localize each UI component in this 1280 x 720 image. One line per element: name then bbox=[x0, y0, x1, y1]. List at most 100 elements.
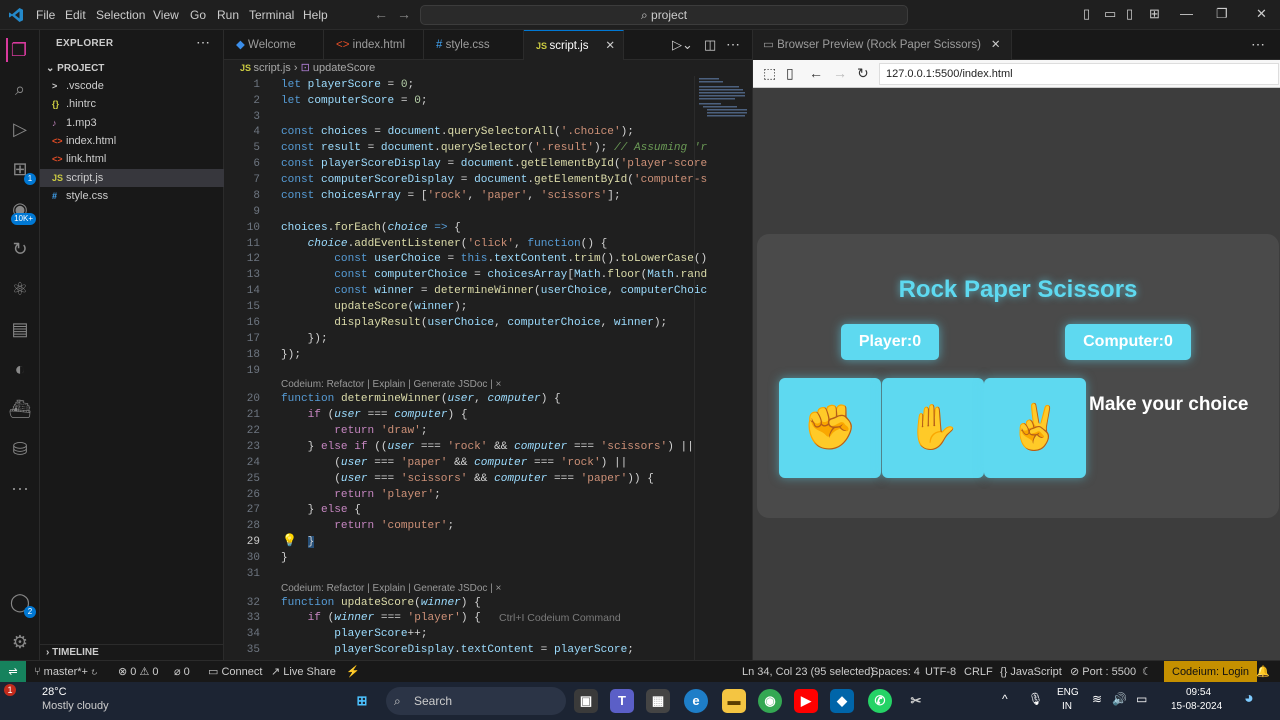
codeium-icon[interactable]: ☾ bbox=[1142, 661, 1152, 683]
back-arrow-icon[interactable]: ← bbox=[374, 6, 388, 22]
command-center-search[interactable]: ⌕ project bbox=[420, 5, 908, 25]
file-item[interactable]: > .vscode bbox=[40, 77, 224, 95]
file-item[interactable]: ♪ 1.mp3 bbox=[40, 114, 224, 132]
language-ind-line1[interactable]: ENG bbox=[1057, 687, 1079, 698]
bolt-icon[interactable]: ⚡ bbox=[346, 661, 360, 683]
indentation[interactable]: Spaces: 4 bbox=[871, 661, 920, 683]
file-item-selected[interactable]: JS script.js bbox=[40, 169, 224, 187]
scissors-choice-button[interactable]: ✌ bbox=[984, 378, 1086, 478]
tab-script-js[interactable]: JS script.js ✕ bbox=[524, 30, 624, 60]
project-folder[interactable]: ⌄ PROJECT bbox=[40, 60, 224, 78]
snipping-tool-icon[interactable]: ✂ bbox=[904, 689, 928, 713]
volume-icon[interactable]: 🔊 bbox=[1112, 692, 1127, 706]
customize-layout-icon[interactable]: ⊞ bbox=[1149, 6, 1160, 22]
device-toggle-icon[interactable]: ▯ bbox=[786, 65, 794, 82]
preview-icon[interactable]: ▤ bbox=[8, 317, 32, 341]
database-icon[interactable]: ⛁ bbox=[8, 437, 32, 461]
more-icon[interactable]: ⋯ bbox=[8, 477, 32, 501]
menu-run[interactable]: Run bbox=[211, 0, 245, 30]
run-debug-icon[interactable]: ▷ bbox=[8, 117, 32, 141]
temperature[interactable]: 28°C bbox=[42, 686, 67, 698]
toggle-sidebar-icon[interactable]: ▯ bbox=[1083, 6, 1090, 22]
code-editor[interactable]: 1 2 3 4 5 6 7 8 9 10 11 12 13 14 15 16 1… bbox=[224, 76, 752, 660]
weather-text[interactable]: Mostly cloudy bbox=[42, 700, 109, 712]
tab-welcome[interactable]: ◆ Welcome bbox=[224, 30, 324, 60]
live-share-button[interactable]: ↗ Live Share bbox=[271, 661, 336, 683]
toggle-secondary-sidebar-icon[interactable]: ▯ bbox=[1126, 6, 1133, 22]
toggle-panel-icon[interactable]: ▭ bbox=[1104, 6, 1116, 22]
breadcrumb-file[interactable]: script.js bbox=[254, 62, 291, 74]
clock-date[interactable]: 15-08-2024 bbox=[1171, 701, 1222, 712]
live-share-icon[interactable]: ↻ bbox=[8, 237, 32, 261]
search-icon[interactable]: ⌕ bbox=[8, 77, 32, 101]
minimize-icon[interactable]: — bbox=[1180, 6, 1193, 21]
tab-index-html[interactable]: <> index.html bbox=[324, 30, 424, 60]
codeium-codelens[interactable]: Codeium: Refactor | Explain | Generate J… bbox=[281, 582, 501, 596]
ports-count[interactable]: ⌀ 0 bbox=[174, 661, 190, 683]
back-arrow-icon[interactable]: ← bbox=[809, 65, 823, 81]
close-tab-icon[interactable]: ✕ bbox=[605, 31, 615, 61]
edge-icon[interactable]: e bbox=[684, 689, 708, 713]
line-ending[interactable]: CRLF bbox=[964, 661, 993, 683]
split-editor-icon[interactable]: ◫ bbox=[704, 37, 716, 53]
youtube-icon[interactable]: ▶ bbox=[794, 689, 818, 713]
browser-preview-tab[interactable]: ▭ Browser Preview (Rock Paper Scissors) ✕ bbox=[753, 30, 1012, 60]
reload-icon[interactable]: ↻ bbox=[857, 65, 869, 82]
remote-indicator-icon[interactable]: ⇌ bbox=[0, 661, 26, 683]
close-tab-icon[interactable]: ✕ bbox=[991, 39, 1001, 51]
connect-button[interactable]: ▭ Connect bbox=[208, 661, 262, 683]
close-window-icon[interactable]: ✕ bbox=[1256, 6, 1267, 22]
live-server-port[interactable]: ⊘ Port : 5500 bbox=[1070, 661, 1136, 683]
codeium-codelens[interactable]: Codeium: Refactor | Explain | Generate J… bbox=[281, 378, 501, 392]
menu-go[interactable]: Go bbox=[184, 0, 212, 30]
task-view-icon[interactable]: ▣ bbox=[574, 689, 598, 713]
tab-style-css[interactable]: # style.css bbox=[424, 30, 524, 60]
wifi-icon[interactable]: ≋ bbox=[1092, 692, 1102, 706]
url-input[interactable]: 127.0.0.1:5500/index.html bbox=[879, 63, 1279, 85]
timeline-section[interactable]: › TIMELINE bbox=[40, 644, 224, 660]
windows-start-icon[interactable]: ⊞ bbox=[350, 689, 374, 713]
taskbar-search[interactable]: ⌕ Search bbox=[386, 687, 566, 715]
more-actions-icon[interactable]: ⋯ bbox=[196, 34, 210, 51]
menu-file[interactable]: File bbox=[30, 0, 61, 30]
file-item[interactable]: # style.css bbox=[40, 187, 224, 205]
cursor-position[interactable]: Ln 34, Col 23 (95 selected) bbox=[742, 661, 874, 683]
rock-choice-button[interactable]: ✊ bbox=[779, 378, 881, 478]
codeium-login-button[interactable]: Codeium: Login bbox=[1164, 661, 1258, 683]
menu-help[interactable]: Help bbox=[297, 0, 334, 30]
copilot-icon[interactable]: ◕ bbox=[1244, 690, 1254, 708]
react-icon[interactable]: ⚛ bbox=[8, 277, 32, 301]
explorer-icon[interactable]: ❐ bbox=[6, 38, 30, 62]
encoding[interactable]: UTF-8 bbox=[925, 661, 956, 683]
widgets-icon[interactable]: ▦ bbox=[646, 689, 670, 713]
breadcrumb-symbol[interactable]: updateScore bbox=[313, 62, 375, 74]
forward-arrow-icon[interactable]: → bbox=[833, 65, 847, 81]
minimap[interactable] bbox=[694, 76, 752, 660]
forward-arrow-icon[interactable]: → bbox=[397, 6, 411, 22]
edge-tools-icon[interactable]: ◐ bbox=[8, 357, 32, 381]
inspect-icon[interactable]: ⬚ bbox=[763, 65, 776, 82]
restore-icon[interactable]: ❐ bbox=[1216, 6, 1228, 22]
language-ind-line2[interactable]: IN bbox=[1062, 701, 1072, 712]
clock-time[interactable]: 09:54 bbox=[1186, 687, 1211, 698]
menu-edit[interactable]: Edit bbox=[59, 0, 92, 30]
more-actions-icon[interactable]: ⋯ bbox=[726, 36, 740, 53]
docker-icon[interactable]: ⛴ bbox=[8, 397, 32, 421]
file-item[interactable]: {} .hintrc bbox=[40, 95, 224, 113]
whatsapp-icon[interactable]: ✆ bbox=[868, 689, 892, 713]
tray-chevron-icon[interactable]: ^ bbox=[1002, 692, 1008, 706]
paper-choice-button[interactable]: ✋ bbox=[882, 378, 984, 478]
run-icon[interactable]: ▷⌄ bbox=[672, 37, 693, 53]
chrome-icon[interactable]: ◉ bbox=[758, 689, 782, 713]
microphone-icon[interactable]: 🎙 bbox=[1028, 692, 1043, 706]
battery-icon[interactable]: ▭ bbox=[1136, 692, 1147, 706]
menu-view[interactable]: View bbox=[147, 0, 185, 30]
menu-terminal[interactable]: Terminal bbox=[243, 0, 300, 30]
problems-count[interactable]: ⊗ 0 ⚠ 0 bbox=[118, 661, 158, 683]
settings-gear-icon[interactable]: ⚙ bbox=[8, 630, 32, 654]
git-branch[interactable]: ⑂ master*+ ↻ bbox=[34, 661, 98, 683]
accounts-icon[interactable]: ◉ 10K+ bbox=[8, 197, 36, 225]
more-actions-icon[interactable]: ⋯ bbox=[1251, 36, 1265, 53]
file-explorer-icon[interactable]: ▬ bbox=[722, 689, 746, 713]
vscode-taskbar-icon[interactable]: ◆ bbox=[830, 689, 854, 713]
